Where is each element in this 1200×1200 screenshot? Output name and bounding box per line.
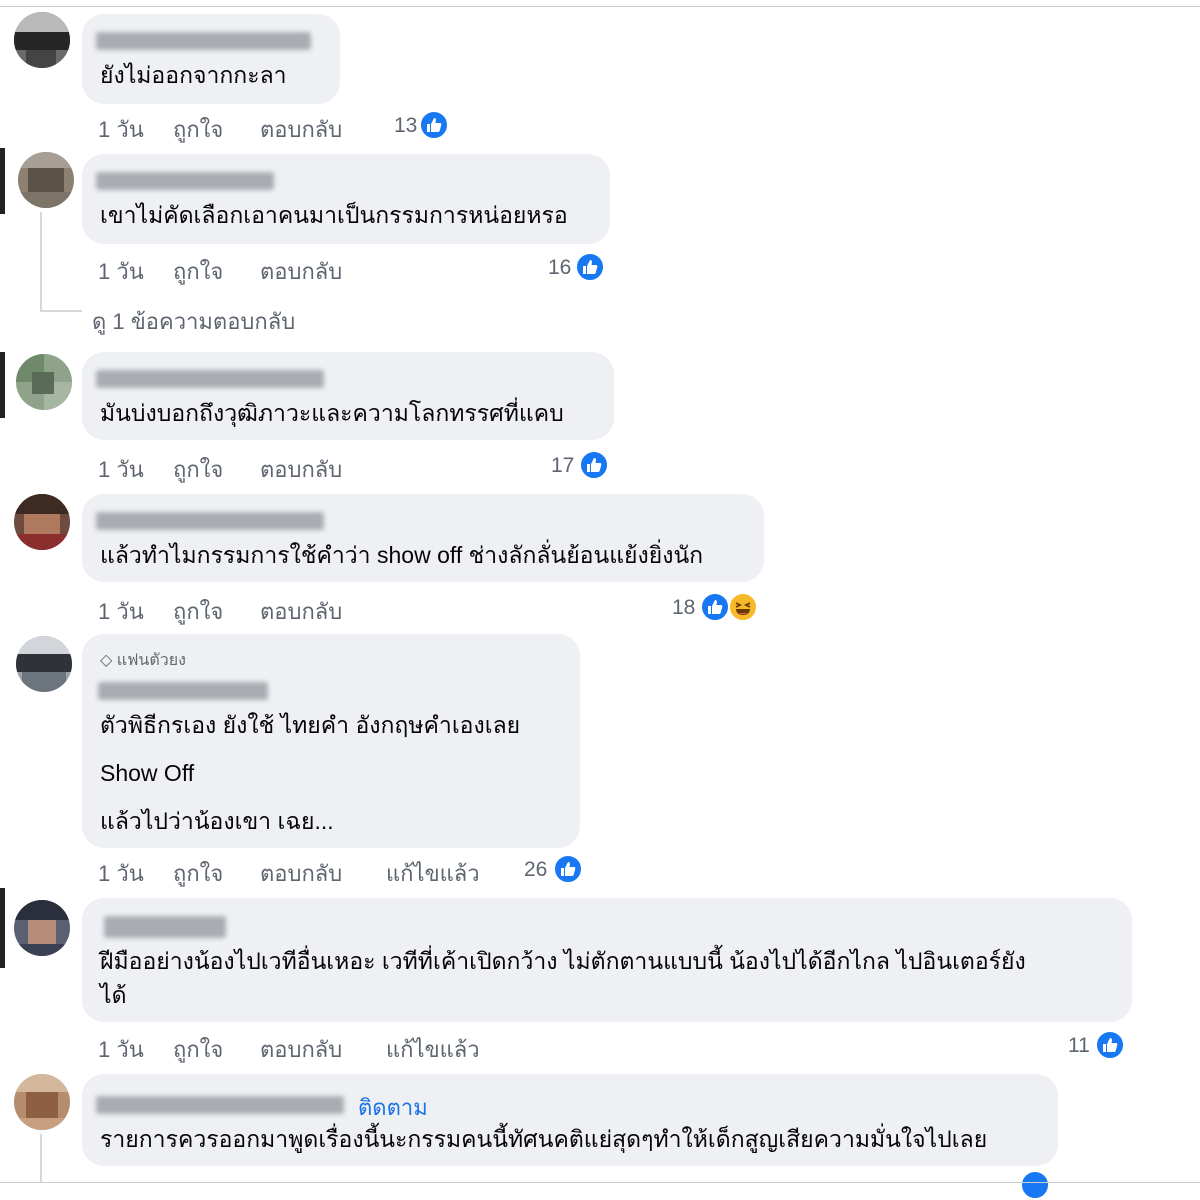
thread-connector <box>40 310 82 312</box>
avatar[interactable] <box>14 1074 70 1130</box>
like-button[interactable]: ถูกใจ <box>173 112 223 147</box>
reply-button[interactable]: ตอบกลับ <box>260 856 342 891</box>
comment-text-line: ฝีมืออย่างน้องไปเวทีอื่นเหอะ เวทีที่เค้า… <box>100 948 1026 974</box>
reaction-count[interactable]: 13 <box>394 114 417 138</box>
badge-label: แฟนตัวยง <box>116 652 186 669</box>
reply-button[interactable]: ตอบกลับ <box>260 112 342 147</box>
comment-bubble: ฝีมืออย่างน้องไปเวทีอื่นเหอะ เวทีที่เค้า… <box>82 898 1132 1022</box>
author-name-redacted[interactable] <box>96 172 274 190</box>
comment-time[interactable]: 1 วัน <box>98 594 144 629</box>
comment-text: รายการควรออกมาพูดเรื่องนี้นะกรรมคนนี้ทัศ… <box>100 1126 988 1152</box>
author-name-redacted[interactable] <box>98 682 268 700</box>
like-icon[interactable] <box>575 252 605 282</box>
comment-text: แล้วทำไมกรรมการใช้คำว่า show off ช่างลัก… <box>100 542 704 568</box>
reply-button[interactable]: ตอบกลับ <box>260 594 342 629</box>
edited-label: แก้ไขแล้ว <box>386 861 480 886</box>
comment-text: มันบ่งบอกถึงวุฒิภาวะและความโลกทรรศที่แคบ <box>100 400 564 426</box>
thread-marker <box>0 888 5 968</box>
comment-bubble: มันบ่งบอกถึงวุฒิภาวะและความโลกทรรศที่แคบ <box>82 352 614 440</box>
comment-time[interactable]: 1 วัน <box>98 254 144 289</box>
view-replies-link[interactable]: ดู 1 ข้อความตอบกลับ <box>92 304 295 339</box>
thread-connector <box>40 1134 42 1182</box>
author-name-redacted[interactable] <box>96 32 311 50</box>
reaction-count[interactable]: 16 <box>548 256 571 280</box>
reaction-count[interactable]: 18 <box>672 596 695 620</box>
like-icon[interactable] <box>1020 1170 1050 1200</box>
author-name-redacted[interactable] <box>96 512 324 530</box>
comment-time[interactable]: 1 วัน <box>98 112 144 147</box>
like-button[interactable]: ถูกใจ <box>173 452 223 487</box>
avatar[interactable] <box>14 12 70 68</box>
thread-connector <box>40 212 42 312</box>
reply-button[interactable]: ตอบกลับ <box>260 452 342 487</box>
like-button[interactable]: ถูกใจ <box>173 856 223 891</box>
comment-time[interactable]: 1 วัน <box>98 856 144 891</box>
comment-text-line: แล้วไปว่าน้องเขา เฉย... <box>100 808 334 834</box>
author-name-redacted[interactable] <box>96 370 324 388</box>
reaction-count[interactable]: 11 <box>1068 1034 1090 1058</box>
comment-bubble: ◇ แฟนตัวยง ตัวพิธีกรเอง ยังใช้ ไทยคำ อัง… <box>82 634 580 848</box>
top-divider <box>0 6 1200 7</box>
author-name-redacted[interactable] <box>96 1096 344 1114</box>
avatar[interactable] <box>18 152 74 208</box>
comment-bubble: ยังไม่ออกจากกะลา <box>82 14 340 104</box>
avatar[interactable] <box>14 494 70 550</box>
like-icon[interactable] <box>553 854 583 884</box>
reaction-count[interactable]: 17 <box>551 454 574 478</box>
comment-text-line: ตัวพิธีกรเอง ยังใช้ ไทยคำ อังกฤษคำเองเลย <box>100 712 521 738</box>
like-icon[interactable] <box>419 110 449 140</box>
top-fan-badge[interactable]: ◇ แฟนตัวยง <box>100 648 186 673</box>
bottom-divider <box>0 1182 1200 1183</box>
comment-bubble: เขาไม่คัดเลือกเอาคนมาเป็นกรรมการหน่อยหรอ <box>82 154 610 244</box>
like-icon[interactable] <box>700 592 730 622</box>
reply-button[interactable]: ตอบกลับ <box>260 1032 342 1067</box>
reply-button[interactable]: ตอบกลับ <box>260 254 342 289</box>
follow-button[interactable]: ติดตาม <box>358 1090 428 1125</box>
comment-bubble: แล้วทำไมกรรมการใช้คำว่า show off ช่างลัก… <box>82 494 764 582</box>
comment-bubble: ติดตาม รายการควรออกมาพูดเรื่องนี้นะกรรมค… <box>82 1074 1058 1166</box>
diamond-icon: ◇ <box>100 652 113 669</box>
reaction-count[interactable]: 26 <box>524 858 547 882</box>
edited-label: แก้ไขแล้ว <box>386 1037 480 1062</box>
thread-marker <box>0 352 5 418</box>
avatar[interactable] <box>16 354 72 410</box>
comment-text: ยังไม่ออกจากกะลา <box>100 62 287 88</box>
author-name-redacted[interactable] <box>104 916 226 938</box>
comment-text-line: Show Off <box>100 760 195 786</box>
like-button[interactable]: ถูกใจ <box>173 594 223 629</box>
like-icon[interactable] <box>1095 1030 1125 1060</box>
comment-text: เขาไม่คัดเลือกเอาคนมาเป็นกรรมการหน่อยหรอ <box>100 202 568 228</box>
comment-time[interactable]: 1 วัน <box>98 1032 144 1067</box>
comment-text-line: ได้ <box>100 982 127 1008</box>
comment-time[interactable]: 1 วัน <box>98 452 144 487</box>
avatar[interactable] <box>16 636 72 692</box>
like-button[interactable]: ถูกใจ <box>173 1032 223 1067</box>
avatar[interactable] <box>14 900 70 956</box>
haha-emoji-icon[interactable] <box>728 592 758 622</box>
like-icon[interactable] <box>579 450 609 480</box>
thread-marker <box>0 148 5 214</box>
like-button[interactable]: ถูกใจ <box>173 254 223 289</box>
